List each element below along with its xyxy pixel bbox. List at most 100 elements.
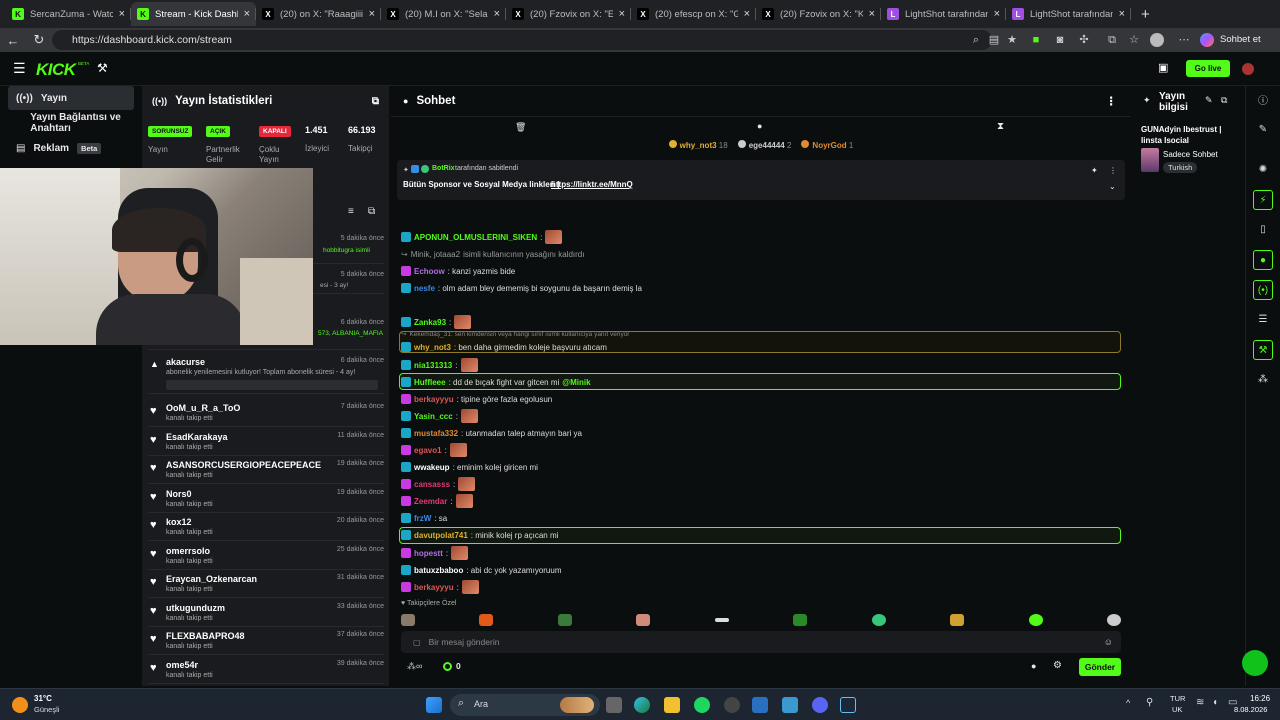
chat-username[interactable]: hopestt (414, 549, 443, 558)
windows-start-icon[interactable] (426, 697, 442, 713)
chat-username[interactable]: Huffleee (414, 378, 446, 387)
browser-tab[interactable]: X (20) on X: "Raaagiiii × (256, 2, 381, 26)
emote-icon[interactable] (479, 614, 494, 626)
search-icon[interactable]: ⌕ (968, 32, 984, 48)
target-icon[interactable]: ✺ (1253, 160, 1273, 180)
preview-icon[interactable]: ▣ (1158, 61, 1168, 74)
edge-icon[interactable] (634, 697, 650, 713)
wifi-icon[interactable]: ≋ (1196, 697, 1204, 708)
chat-username[interactable]: Echoow (414, 267, 445, 276)
close-icon[interactable]: × (619, 8, 625, 20)
chat-icon[interactable]: ● (1253, 250, 1273, 270)
wrench-icon[interactable]: ⚒ (1253, 340, 1273, 360)
emote-icon[interactable] (1028, 614, 1043, 626)
copilot-icon[interactable] (1200, 33, 1214, 47)
discord-icon[interactable] (812, 697, 828, 713)
browser-tab[interactable]: X (20) efescp on X: "Gittin × (631, 2, 756, 26)
close-icon[interactable]: × (119, 8, 125, 20)
close-icon[interactable]: × (244, 8, 250, 20)
emote-icon[interactable] (714, 618, 729, 622)
connections-icon[interactable]: ⁂∞ (407, 661, 422, 672)
profile-avatar[interactable] (1150, 33, 1164, 47)
broadcast-icon[interactable]: (•) (1253, 280, 1273, 300)
chat-bubble-icon[interactable]: ● (1031, 661, 1036, 671)
favorites-icon[interactable]: ☆ (1126, 32, 1142, 48)
chat-username[interactable]: cansasss (414, 480, 450, 489)
go-live-button[interactable]: Go live (1186, 60, 1230, 77)
edit-icon[interactable]: ✎ (1253, 120, 1273, 140)
spotify-icon[interactable] (694, 697, 710, 713)
emote-icon[interactable] (871, 614, 886, 626)
split-screen-icon[interactable]: ⧉ (1104, 32, 1120, 48)
browser-tab[interactable]: X (20) M.I on X: "Selam be × (381, 2, 506, 26)
filter-icon[interactable]: ≡ (348, 206, 354, 217)
chat-username[interactable]: wwakeup (414, 463, 450, 472)
chat-username[interactable]: Yasin_ccc (414, 412, 453, 421)
chevron-up-icon[interactable]: ^ (1126, 698, 1130, 708)
browser-tab[interactable]: K Stream - Kick Dashboard × (131, 2, 256, 26)
reader-icon[interactable]: ▤ (986, 32, 1002, 48)
status-dot[interactable] (1242, 650, 1268, 676)
gear-icon[interactable]: ⚙ (1053, 660, 1062, 671)
chat-username[interactable]: berkayyyu (414, 395, 454, 404)
app-icon[interactable] (752, 697, 768, 713)
file-explorer-icon[interactable] (664, 697, 680, 713)
top-gifter[interactable]: NoyrGod 1 (801, 140, 853, 156)
emote-icon[interactable] (793, 614, 808, 626)
chat-username[interactable]: berkayyyu (414, 583, 454, 592)
chat-username[interactable]: mustafa332 (414, 429, 458, 438)
extension-icon[interactable]: ◙ (1052, 32, 1068, 48)
chat-bubble-icon[interactable]: ● (757, 121, 762, 131)
more-icon[interactable]: ⋯ (1176, 32, 1192, 48)
hammer-icon[interactable]: ⚒ (97, 61, 108, 75)
task-view-icon[interactable] (606, 697, 622, 713)
url-field[interactable]: https://dashboard.kick.com/stream (52, 30, 992, 50)
unpin-icon[interactable]: ✦ (1091, 166, 1098, 175)
close-icon[interactable]: × (369, 8, 375, 20)
close-icon[interactable]: × (494, 8, 500, 20)
popout-icon[interactable]: ⧉ (368, 206, 375, 217)
emoji-icon[interactable]: ☺ (1104, 637, 1113, 647)
popout-icon[interactable]: ⧉ (372, 96, 379, 107)
chat-username[interactable]: egavo1 (414, 446, 442, 455)
trash-icon[interactable]: 🗑 (515, 122, 526, 133)
top-gifter[interactable]: why_not3 18 (668, 140, 728, 156)
chat-username[interactable]: nesfe (414, 284, 435, 293)
chat-username[interactable]: frzW (414, 514, 431, 523)
kick-logo[interactable]: KICK (36, 60, 76, 80)
browser-tab[interactable]: X (20) Fzovix on X: "Kava a × (756, 2, 881, 26)
browser-tab[interactable]: L LightShot tarafından Ek × (881, 2, 1006, 26)
chat-username[interactable]: batuxzbaboo (414, 566, 463, 575)
user-avatar[interactable] (1242, 63, 1254, 75)
back-icon[interactable]: ← (0, 33, 26, 48)
nodes-icon[interactable]: ⁂ (1253, 370, 1273, 390)
top-gifter[interactable]: ege44444 2 (737, 140, 791, 156)
volume-icon[interactable]: ◖ (1212, 697, 1218, 708)
document-icon[interactable]: ▯ (1253, 220, 1273, 240)
chat-username[interactable]: APONUN_OLMUSLERINI_SIKEN (414, 233, 537, 242)
chat-username[interactable]: why_not3 (414, 343, 451, 352)
mention[interactable]: @Minik (562, 378, 590, 387)
layers-icon[interactable]: ☰ (1253, 310, 1273, 330)
puzzle-icon[interactable]: ✣ (1076, 32, 1092, 48)
nav-item-stream-key[interactable]: Yayın Bağlantısı ve Anahtarı (8, 111, 134, 135)
new-tab-icon[interactable]: + (1141, 6, 1150, 23)
browser-tab[interactable]: K SercanZuma - Watch cl × (6, 2, 131, 26)
more-icon[interactable]: ⋮ (1109, 166, 1117, 175)
mic-icon[interactable]: ⚲ (1146, 697, 1153, 708)
more-icon[interactable]: ⋮ (1106, 94, 1118, 108)
browser-tab[interactable]: X (20) Fzovix on X: "E UYU × (506, 2, 631, 26)
menu-icon[interactable]: ☰ (13, 60, 26, 77)
chat-username[interactable]: davutpolat741 (414, 531, 468, 540)
close-icon[interactable]: × (869, 8, 875, 20)
steam-icon[interactable] (840, 697, 856, 713)
close-icon[interactable]: × (744, 8, 750, 20)
emote-icon[interactable] (401, 614, 415, 626)
search-box[interactable]: ⌕ Ara (450, 694, 600, 716)
emote-icon[interactable] (950, 614, 965, 626)
info-icon[interactable]: ⓘ (1253, 92, 1273, 112)
chat-username[interactable]: Zanka93 (414, 318, 446, 327)
emote-icon[interactable] (557, 614, 572, 626)
emote-icon[interactable] (636, 614, 651, 626)
pinned-link[interactable]: https://linktr.ee/MnnQ (551, 180, 633, 189)
